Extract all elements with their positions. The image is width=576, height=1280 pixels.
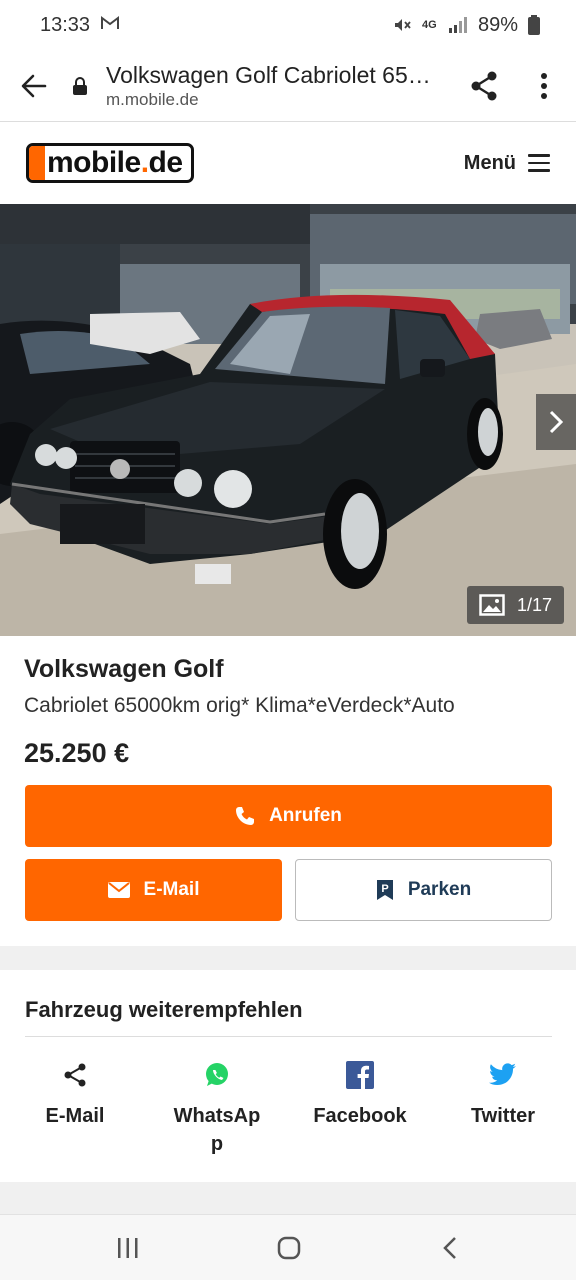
facebook-icon <box>346 1060 374 1090</box>
more-options-button[interactable] <box>526 64 562 108</box>
share-email-label: E-Mail <box>45 1105 105 1127</box>
car-title: Volkswagen Golf <box>24 655 224 683</box>
image-counter-text: 1/17 <box>516 594 552 615</box>
share-icon <box>471 71 497 101</box>
park-button[interactable]: P Parken <box>295 859 552 921</box>
share-whatsapp-label: WhatsApp <box>173 1105 261 1155</box>
home-icon <box>277 1236 301 1260</box>
share-heading: Fahrzeug weiterempfehlen <box>25 997 303 1022</box>
gallery-next-button[interactable] <box>536 394 576 450</box>
share-twitter[interactable]: Twitter <box>438 1060 568 1130</box>
envelope-icon <box>107 882 130 898</box>
back-button[interactable] <box>0 50 68 122</box>
hamburger-icon <box>528 154 550 172</box>
svg-text:P: P <box>381 883 388 895</box>
site-header: mobile.de Menü <box>0 122 576 204</box>
chevron-left-icon <box>443 1237 456 1259</box>
page-host: m.mobile.de <box>106 89 199 109</box>
image-gallery[interactable]: 1/17 <box>0 204 576 636</box>
share-icon <box>63 1060 87 1090</box>
share-facebook-label: Facebook <box>313 1105 407 1127</box>
share-facebook[interactable]: Facebook <box>295 1060 425 1130</box>
browser-toolbar: Volkswagen Golf Cabriolet 65000km orig* … <box>0 50 576 122</box>
car-subtitle: Cabriolet 65000km orig* Klima*eVerdeck*A… <box>24 694 455 717</box>
whatsapp-icon <box>204 1060 230 1090</box>
logo-accent <box>29 146 45 180</box>
call-button[interactable]: Anrufen <box>25 785 552 847</box>
car-photo <box>0 204 576 636</box>
home-button[interactable] <box>269 1231 309 1265</box>
share-whatsapp[interactable]: WhatsApp <box>152 1060 282 1158</box>
system-navigation-bar <box>0 1214 576 1280</box>
signal-icon <box>448 16 468 34</box>
share-section: Fahrzeug weiterempfehlen E-Mail WhatsApp… <box>0 970 576 1182</box>
status-time: 13:33 <box>40 13 91 36</box>
listing-card: Volkswagen Golf Cabriolet 65000km orig* … <box>0 636 576 946</box>
car-price: 25.250 € <box>24 738 130 768</box>
logo-main: mobile <box>47 146 141 179</box>
email-label: E-Mail <box>143 879 200 900</box>
share-twitter-label: Twitter <box>470 1105 536 1127</box>
arrow-left-icon <box>21 74 47 97</box>
battery-icon <box>528 15 540 35</box>
more-vert-icon <box>541 73 547 99</box>
page-title: Volkswagen Golf Cabriolet 65000km orig* … <box>106 61 436 88</box>
menu-label: Menü <box>463 151 516 174</box>
logo-dot: . <box>140 146 149 179</box>
network-type: 4G <box>421 19 437 31</box>
recent-apps-button[interactable] <box>108 1231 148 1265</box>
call-label: Anrufen <box>269 805 342 826</box>
battery-level: 89% <box>477 13 518 36</box>
share-email[interactable]: E-Mail <box>10 1060 140 1130</box>
chevron-right-icon <box>549 410 564 434</box>
lock-icon <box>68 76 92 96</box>
share-button[interactable] <box>464 64 504 108</box>
email-button[interactable]: E-Mail <box>25 859 282 921</box>
image-icon <box>479 594 505 616</box>
address-bar[interactable]: Volkswagen Golf Cabriolet 65000km orig* … <box>106 61 436 111</box>
logo-tld: de <box>148 146 184 179</box>
image-counter[interactable]: 1/17 <box>466 586 564 624</box>
mobile-de-logo[interactable]: mobile.de <box>26 143 194 183</box>
phone-icon <box>236 807 255 825</box>
park-label: Parken <box>407 879 472 900</box>
mute-icon <box>392 15 412 35</box>
gmail-icon <box>100 14 120 37</box>
recent-apps-icon <box>118 1238 138 1258</box>
divider <box>25 1036 552 1037</box>
twitter-icon <box>489 1060 517 1090</box>
status-bar: 13:33 4G 89% <box>0 0 576 50</box>
system-back-button[interactable] <box>430 1231 470 1265</box>
menu-button[interactable]: Menü <box>464 152 550 175</box>
parking-icon: P <box>376 880 393 900</box>
